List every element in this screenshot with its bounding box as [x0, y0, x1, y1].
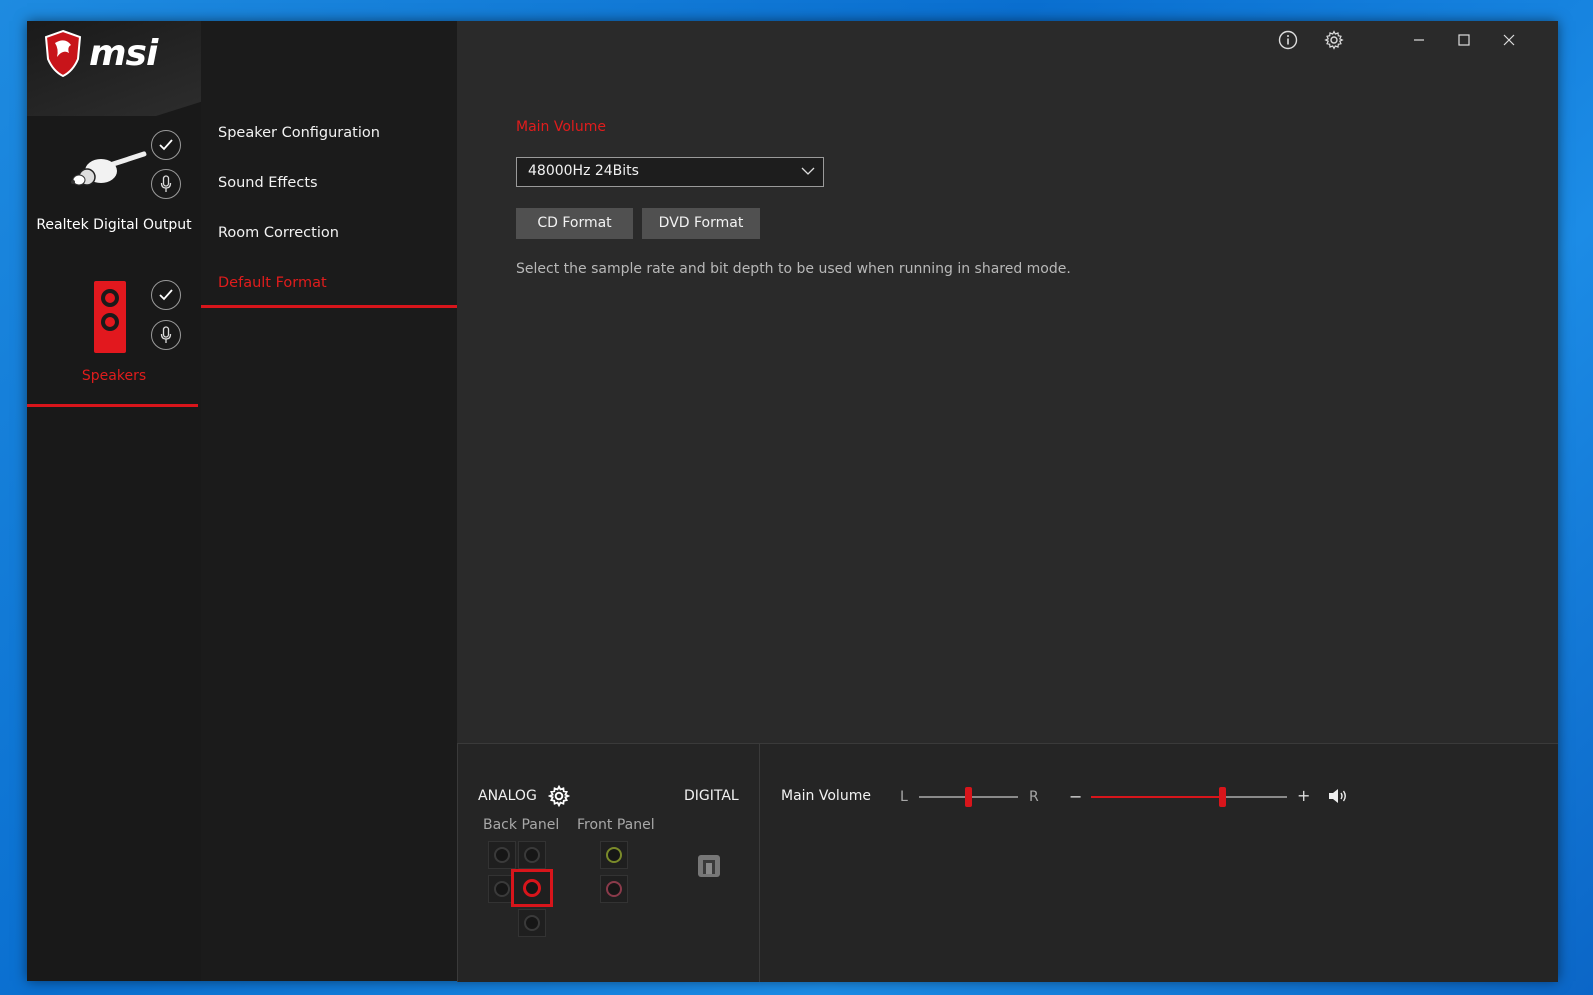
default-device-check-button[interactable] [151, 130, 181, 160]
panel-divider [759, 744, 760, 982]
optical-port-icon[interactable] [697, 854, 721, 878]
back-panel-jack-active[interactable] [511, 869, 553, 907]
active-device-indicator [27, 404, 198, 407]
back-panel-label: Back Panel [483, 817, 560, 833]
dvd-format-button[interactable]: DVD Format [642, 208, 760, 239]
info-icon[interactable] [1277, 29, 1299, 51]
dragon-shield-icon [44, 29, 82, 77]
volume-slider-thumb[interactable] [1218, 787, 1226, 807]
menu-item-default-format[interactable]: Default Format [218, 275, 327, 291]
gear-icon[interactable] [1323, 29, 1345, 51]
section-title: Main Volume [516, 119, 606, 135]
gear-icon[interactable] [548, 785, 570, 807]
menu-item-sound-effects[interactable]: Sound Effects [218, 175, 318, 191]
menu-item-room-correction[interactable]: Room Correction [218, 225, 339, 241]
panel-edge [457, 744, 458, 982]
cd-format-button[interactable]: CD Format [516, 208, 633, 239]
maximize-icon[interactable] [1453, 29, 1475, 51]
front-panel-headphone-jack[interactable] [600, 841, 628, 869]
menu-item-speaker-configuration[interactable]: Speaker Configuration [218, 125, 380, 141]
balance-right-label: R [1029, 789, 1039, 805]
device-column: msi Realtek Digital Output Speakers [27, 21, 457, 981]
main-volume-label: Main Volume [781, 788, 871, 804]
minimize-icon[interactable] [1408, 29, 1430, 51]
default-device-check-button[interactable] [151, 280, 181, 310]
microphone-icon [160, 326, 172, 343]
check-icon [159, 139, 173, 151]
chevron-down-icon [801, 167, 815, 175]
volume-fill [1091, 796, 1223, 798]
front-panel-label: Front Panel [577, 817, 655, 833]
close-icon[interactable] [1498, 29, 1520, 51]
back-panel-jack[interactable] [518, 841, 546, 869]
main-content: Main Volume 48000Hz 24Bits CD Format DVD… [457, 21, 1558, 743]
device-speakers[interactable]: Speakers [27, 271, 201, 401]
device-name: Realtek Digital Output [36, 217, 192, 233]
balance-slider-thumb[interactable] [965, 787, 972, 807]
analog-label: ANALOG [478, 788, 537, 804]
default-comm-mic-button[interactable] [151, 320, 181, 350]
balance-left-label: L [900, 789, 908, 805]
volume-minus-button[interactable]: − [1069, 787, 1082, 806]
back-panel-jack[interactable] [518, 909, 546, 937]
sample-rate-select[interactable]: 48000Hz 24Bits [516, 157, 824, 187]
format-description: Select the sample rate and bit depth to … [516, 261, 1071, 277]
check-icon [159, 289, 173, 301]
bottom-panel: ANALOG DIGITAL Back Panel Front Panel Ma… [457, 743, 1558, 982]
audio-console-window: msi Realtek Digital Output Speakers Spea… [27, 21, 1558, 982]
microphone-icon [160, 175, 172, 192]
digital-label: DIGITAL [684, 788, 739, 804]
brand-text: msi [89, 32, 158, 74]
default-comm-mic-button[interactable] [151, 169, 181, 199]
back-panel-jack[interactable] [488, 841, 516, 869]
rca-plug-icon [71, 151, 147, 186]
volume-plus-button[interactable]: + [1297, 786, 1310, 805]
device-name: Speakers [81, 368, 147, 384]
msi-logo: msi [43, 29, 158, 77]
speaker-volume-icon[interactable] [1328, 788, 1348, 804]
device-realtek-digital-output[interactable]: Realtek Digital Output [27, 121, 201, 241]
front-panel-mic-jack[interactable] [600, 875, 628, 903]
settings-menu: Speaker Configuration Sound Effects Room… [201, 21, 457, 981]
active-menu-indicator [201, 305, 457, 308]
sample-rate-value: 48000Hz 24Bits [528, 163, 639, 179]
speaker-icon [94, 281, 126, 353]
